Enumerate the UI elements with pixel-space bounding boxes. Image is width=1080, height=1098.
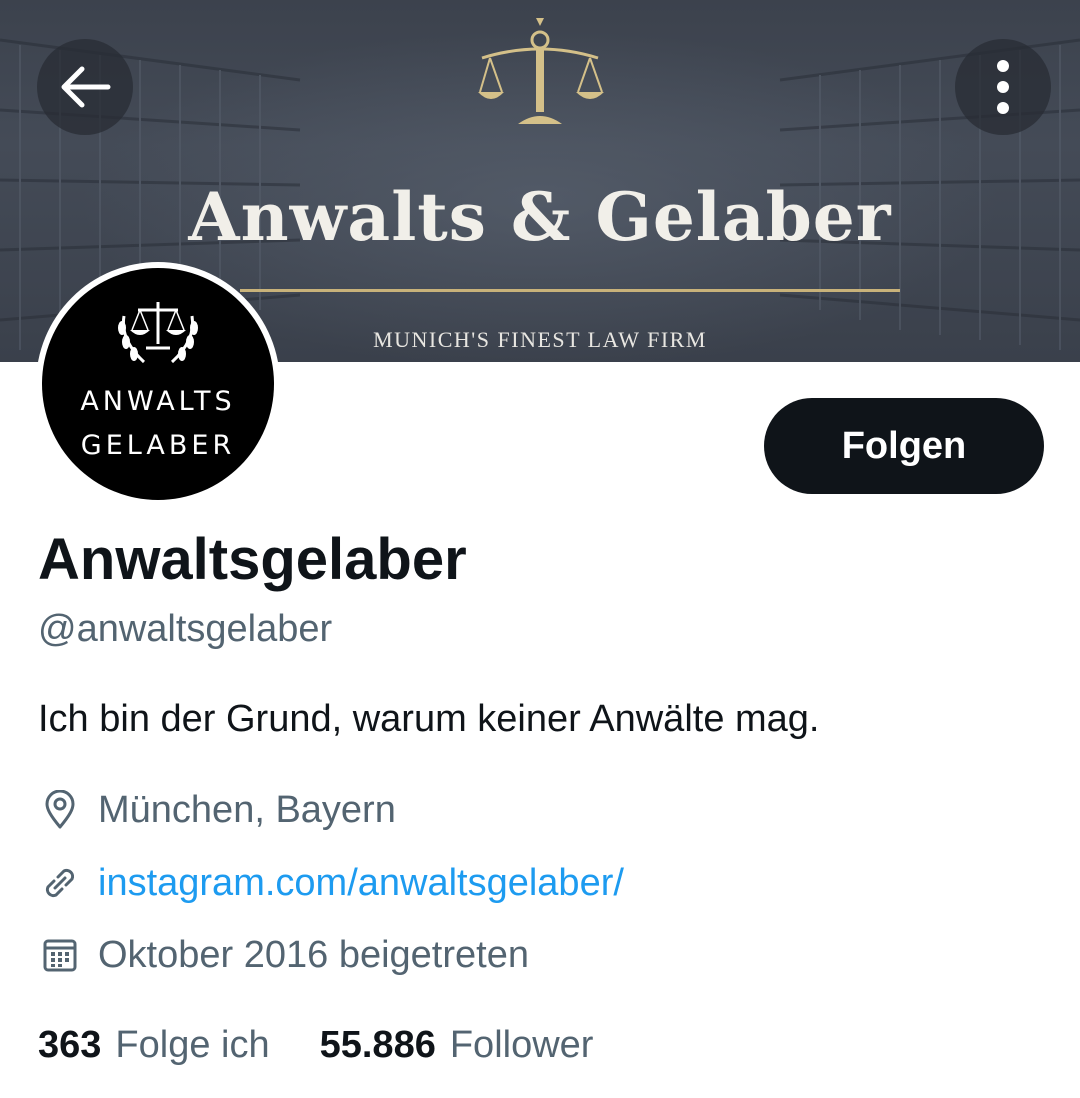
joined-text: Oktober 2016 beigetreten [98, 933, 529, 976]
following-count: 363 [38, 1024, 102, 1066]
scales-of-justice-icon [478, 18, 604, 124]
avatar-text-line2: GELABER [80, 430, 236, 461]
avatar-text-line1: ANWALTS [80, 386, 236, 417]
profile-bio: Ich bin der Grund, warum keiner Anwälte … [38, 698, 820, 740]
back-arrow-icon [61, 66, 111, 108]
back-button[interactable] [37, 39, 133, 135]
link-icon [38, 861, 82, 905]
profile-joined: Oktober 2016 beigetreten [38, 930, 529, 980]
banner-title: Anwalts & Gelaber [188, 178, 892, 256]
banner-divider [240, 289, 900, 292]
calendar-icon [38, 933, 82, 977]
scales-laurel-icon [118, 302, 198, 364]
display-name: Anwaltsgelaber [38, 527, 467, 592]
followers-label: Follower [449, 1024, 594, 1066]
avatar-image: ANWALTS GELABER [42, 268, 274, 500]
profile-website: instagram.com/anwaltsgelaber/ [38, 858, 624, 908]
following-stat[interactable]: 363 Folge ich [38, 1024, 270, 1067]
profile-location: München, Bayern [38, 785, 396, 835]
more-options-button[interactable] [955, 39, 1051, 135]
follow-button[interactable]: Folgen [764, 398, 1044, 494]
followers-count: 55.886 [319, 1024, 436, 1066]
avatar[interactable]: ANWALTS GELABER [36, 262, 280, 506]
website-link[interactable]: instagram.com/anwaltsgelaber/ [98, 862, 624, 905]
following-label: Folge ich [115, 1024, 270, 1066]
more-vertical-icon [997, 60, 1009, 114]
profile-stats: 363 Folge ich 55.886 Follower [38, 1024, 643, 1067]
location-pin-icon [38, 788, 82, 832]
user-handle: @anwaltsgelaber [38, 608, 333, 650]
location-text: München, Bayern [98, 788, 396, 831]
followers-stat[interactable]: 55.886 Follower [320, 1024, 594, 1067]
